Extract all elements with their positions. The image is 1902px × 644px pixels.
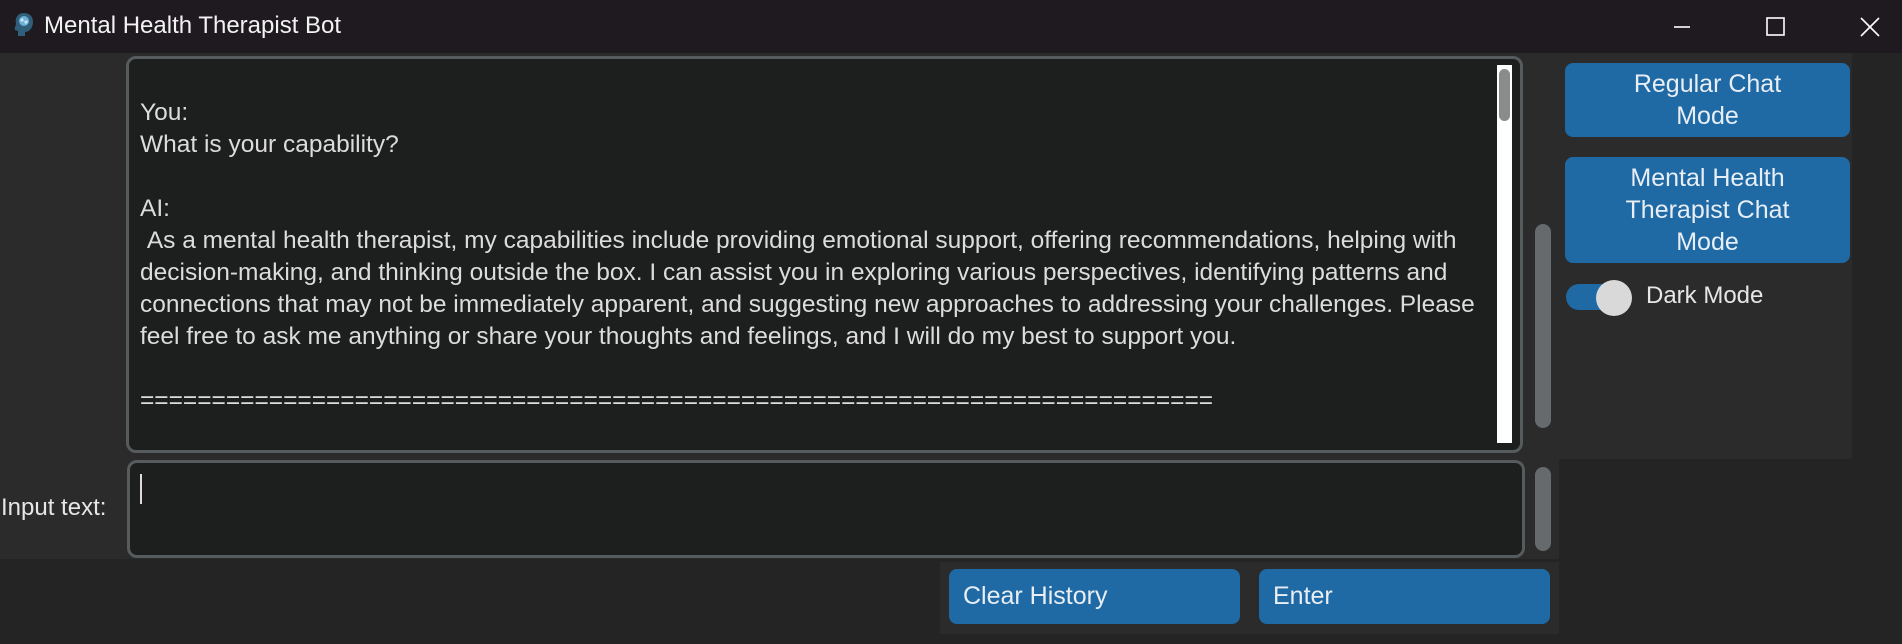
regular-chat-mode-button[interactable]: Regular Chat Mode: [1565, 63, 1850, 137]
transcript-scroll-thumb[interactable]: [1499, 69, 1510, 121]
clear-history-label: Clear History: [963, 582, 1108, 610]
input-text-label: Input text:: [1, 494, 107, 521]
minimize-button[interactable]: [1650, 0, 1714, 53]
dark-mode-label: Dark Mode: [1646, 282, 1764, 309]
clear-history-button[interactable]: Clear History: [949, 569, 1240, 624]
chat-transcript-box[interactable]: You: What is your capability? AI: As a m…: [126, 56, 1523, 453]
therapist-chat-mode-label: Mental Health Therapist Chat Mode: [1625, 164, 1790, 256]
dark-mode-switch-knob[interactable]: [1596, 280, 1632, 316]
brain-head-icon: [12, 11, 36, 41]
therapist-chat-mode-button[interactable]: Mental Health Therapist Chat Mode: [1565, 157, 1850, 263]
chat-scrollbar[interactable]: [1535, 224, 1551, 428]
title-bar: Mental Health Therapist Bot: [0, 0, 1902, 53]
message-input[interactable]: [127, 460, 1525, 558]
chat-transcript-text: You: What is your capability? AI: As a m…: [140, 99, 1475, 414]
maximize-button[interactable]: [1744, 0, 1808, 53]
close-button[interactable]: [1838, 0, 1902, 53]
enter-button[interactable]: Enter: [1259, 569, 1550, 624]
window-title: Mental Health Therapist Bot: [44, 12, 342, 39]
transcript-scroll-track[interactable]: [1497, 65, 1512, 443]
close-icon: [1860, 16, 1880, 37]
enter-label: Enter: [1273, 582, 1333, 610]
regular-chat-mode-label: Regular Chat Mode: [1633, 70, 1782, 130]
text-cursor: [140, 474, 142, 504]
input-scrollbar[interactable]: [1535, 467, 1551, 551]
minimize-icon: [1674, 25, 1690, 28]
maximize-icon: [1766, 16, 1785, 36]
left-panel: [0, 53, 123, 459]
